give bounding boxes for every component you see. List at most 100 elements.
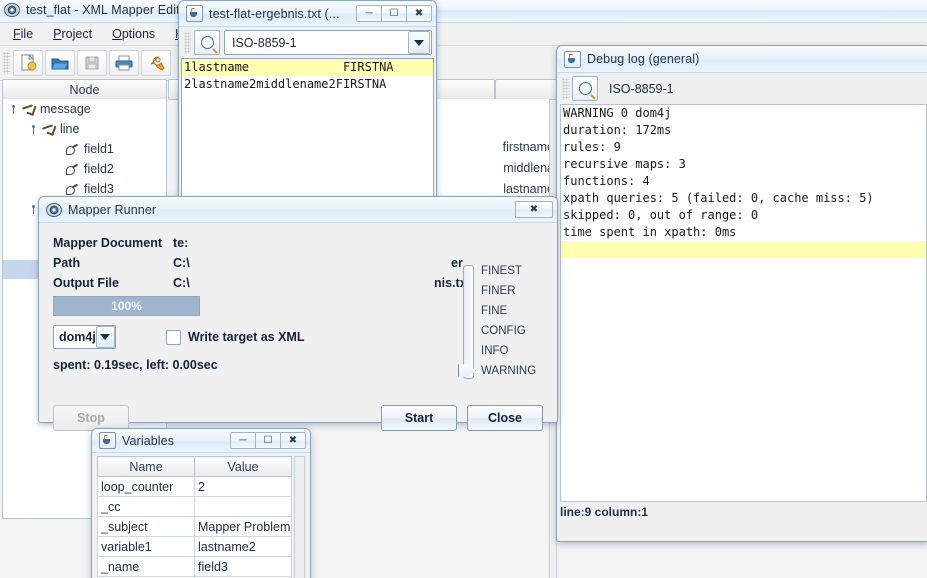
text-editor-line[interactable]: 1lastname FIRSTNA xyxy=(182,59,433,76)
progress-label: 100% xyxy=(111,299,142,313)
variable-name[interactable]: _name xyxy=(97,556,195,577)
variables-vertical-scrollbar[interactable] xyxy=(294,456,305,578)
expand-handle-icon[interactable] xyxy=(9,104,18,114)
table-row[interactable]: _name field3 xyxy=(97,556,292,577)
engine-combo[interactable]: dom4j xyxy=(53,325,116,349)
target-fields-pane: firstname middlena lastname xyxy=(433,99,557,202)
log-level-slider[interactable]: FINEST FINER FINE CONFIG INFO WARNING xyxy=(457,261,543,383)
write-target-as-xml-checkbox[interactable] xyxy=(166,329,181,345)
target-field-firstname[interactable]: firstname xyxy=(434,137,556,158)
chevron-down-icon[interactable] xyxy=(95,326,115,348)
toolbar-grip[interactable] xyxy=(3,52,10,74)
variables-titlebar[interactable]: Variables ─ ☐ ✖ xyxy=(92,429,310,453)
table-row[interactable]: _subject Mapper Problem xyxy=(97,516,292,537)
variable-value[interactable]: Mapper Problem xyxy=(194,516,292,537)
progress-bar: 100% xyxy=(53,296,200,316)
attribute-icon xyxy=(65,183,79,196)
variable-value[interactable]: lastname2 xyxy=(194,536,292,557)
target-field-middlename[interactable]: middlena xyxy=(434,158,556,179)
log-level-warning[interactable]: WARNING xyxy=(481,361,536,381)
minimize-icon[interactable]: ─ xyxy=(230,432,256,449)
mapper-runner-body: Mapper Document te: Path C:\ er Output F… xyxy=(39,223,557,448)
text-editor-titlebar[interactable]: test-flat-ergebnis.txt (... ─ ☐ ✖ xyxy=(179,1,436,27)
tree-node-field2[interactable]: field2 xyxy=(3,159,166,179)
debug-log-titlebar[interactable]: Debug log (general) xyxy=(557,46,927,73)
debug-log-statusbar: line:9 column:1 xyxy=(557,502,927,522)
debug-log-line[interactable] xyxy=(561,241,926,258)
main-window-titlebar[interactable]: test_flat - XML Mapper Editor xyxy=(0,0,927,23)
variable-value[interactable]: field3 xyxy=(194,556,292,577)
new-document-icon[interactable] xyxy=(13,50,43,76)
close-icon[interactable]: ✖ xyxy=(406,5,432,22)
encoding-combo[interactable]: ISO-8859-1 xyxy=(224,30,432,55)
element-icon xyxy=(21,103,35,116)
close-icon[interactable]: ✖ xyxy=(280,432,306,449)
debug-log-encoding-toolbar: ISO-8859-1 xyxy=(557,73,927,104)
variables-window-buttons: ─ ☐ ✖ xyxy=(230,432,306,449)
log-level-config[interactable]: CONFIG xyxy=(481,321,536,341)
print-icon[interactable] xyxy=(109,50,139,76)
path-value: C:\ xyxy=(173,256,190,270)
expand-handle-icon[interactable] xyxy=(29,124,38,134)
menu-options[interactable]: Options xyxy=(103,25,164,43)
variable-value[interactable]: 2 xyxy=(194,476,292,497)
log-level-info[interactable]: INFO xyxy=(481,341,536,361)
variables-col-name[interactable]: Name xyxy=(97,456,195,477)
tree-node-field1[interactable]: field1 xyxy=(3,139,166,159)
magnifier-icon[interactable] xyxy=(194,30,220,55)
debug-log-line: duration: 172ms xyxy=(563,123,672,137)
tree-node-line[interactable]: line xyxy=(3,119,166,139)
log-level-fine[interactable]: FINE xyxy=(481,301,536,321)
minimize-icon[interactable]: ─ xyxy=(356,5,382,22)
java-icon xyxy=(564,50,581,68)
variables-title: Variables xyxy=(122,433,175,448)
tree-node-message[interactable]: message xyxy=(3,99,166,119)
table-row[interactable]: loop_counter 2 xyxy=(97,476,292,497)
debug-encoding-value: ISO-8859-1 xyxy=(609,81,674,96)
output-file-label: Output File xyxy=(53,276,119,290)
java-icon xyxy=(99,432,116,449)
tree-node-label: line xyxy=(60,122,80,136)
attribute-icon xyxy=(65,143,79,156)
expand-handle-icon[interactable] xyxy=(29,204,38,214)
menu-project[interactable]: Project xyxy=(44,25,101,43)
variable-name[interactable]: loop_counter xyxy=(97,476,195,497)
table-row[interactable]: _cc xyxy=(97,496,292,517)
log-level-finest[interactable]: FINEST xyxy=(481,261,536,281)
menu-file[interactable]: File xyxy=(4,25,42,43)
debug-log-line: functions: 4 xyxy=(563,174,650,188)
debug-log-content[interactable]: WARNING 0 dom4j duration: 172ms rules: 9… xyxy=(560,104,927,502)
table-row[interactable]: variable1 lastname2 xyxy=(97,536,292,557)
variables-col-value[interactable]: Value xyxy=(194,456,292,477)
text-editor-line[interactable]: 2lastname2middlename2FIRSTNA xyxy=(182,76,433,93)
variable-value[interactable] xyxy=(194,496,292,517)
open-folder-icon[interactable] xyxy=(45,50,75,76)
log-level-finer[interactable]: FINER xyxy=(481,281,536,301)
save-icon[interactable] xyxy=(77,50,107,76)
debug-log-line: WARNING 0 dom4j xyxy=(563,106,672,120)
variable-name[interactable]: _cc xyxy=(97,496,195,517)
target-column-header xyxy=(495,79,557,100)
start-button[interactable]: Start xyxy=(381,405,457,431)
maximize-icon[interactable]: ☐ xyxy=(255,432,281,449)
close-icon[interactable]: ✖ xyxy=(515,201,553,218)
encoding-toolbar-grip[interactable] xyxy=(184,31,191,54)
log-level-slider-track[interactable] xyxy=(463,265,474,379)
maximize-icon[interactable]: ☐ xyxy=(381,5,407,22)
variable-name[interactable]: _subject xyxy=(97,516,195,537)
debug-log-line: xpath queries: 5 (failed: 0, cache miss:… xyxy=(563,191,874,205)
debug-toolbar-grip[interactable] xyxy=(562,77,569,100)
close-button[interactable]: Close xyxy=(467,405,543,431)
mapper-runner-titlebar[interactable]: Mapper Runner ✖ xyxy=(39,197,557,223)
wrench-icon[interactable] xyxy=(141,50,171,76)
mapper-document-value: te: xyxy=(173,236,189,250)
text-editor-title: test-flat-ergebnis.txt (... xyxy=(209,6,340,21)
variable-name[interactable]: variable1 xyxy=(97,536,195,557)
magnifier-icon[interactable] xyxy=(572,76,598,101)
source-column-header xyxy=(433,79,495,100)
debug-encoding-combo[interactable]: ISO-8859-1 xyxy=(602,76,926,101)
text-editor-window-buttons: ─ ☐ ✖ xyxy=(356,5,432,22)
chevron-down-icon[interactable] xyxy=(408,31,430,54)
text-editor-encoding-toolbar: ISO-8859-1 xyxy=(179,27,436,58)
engine-value: dom4j xyxy=(59,330,96,344)
